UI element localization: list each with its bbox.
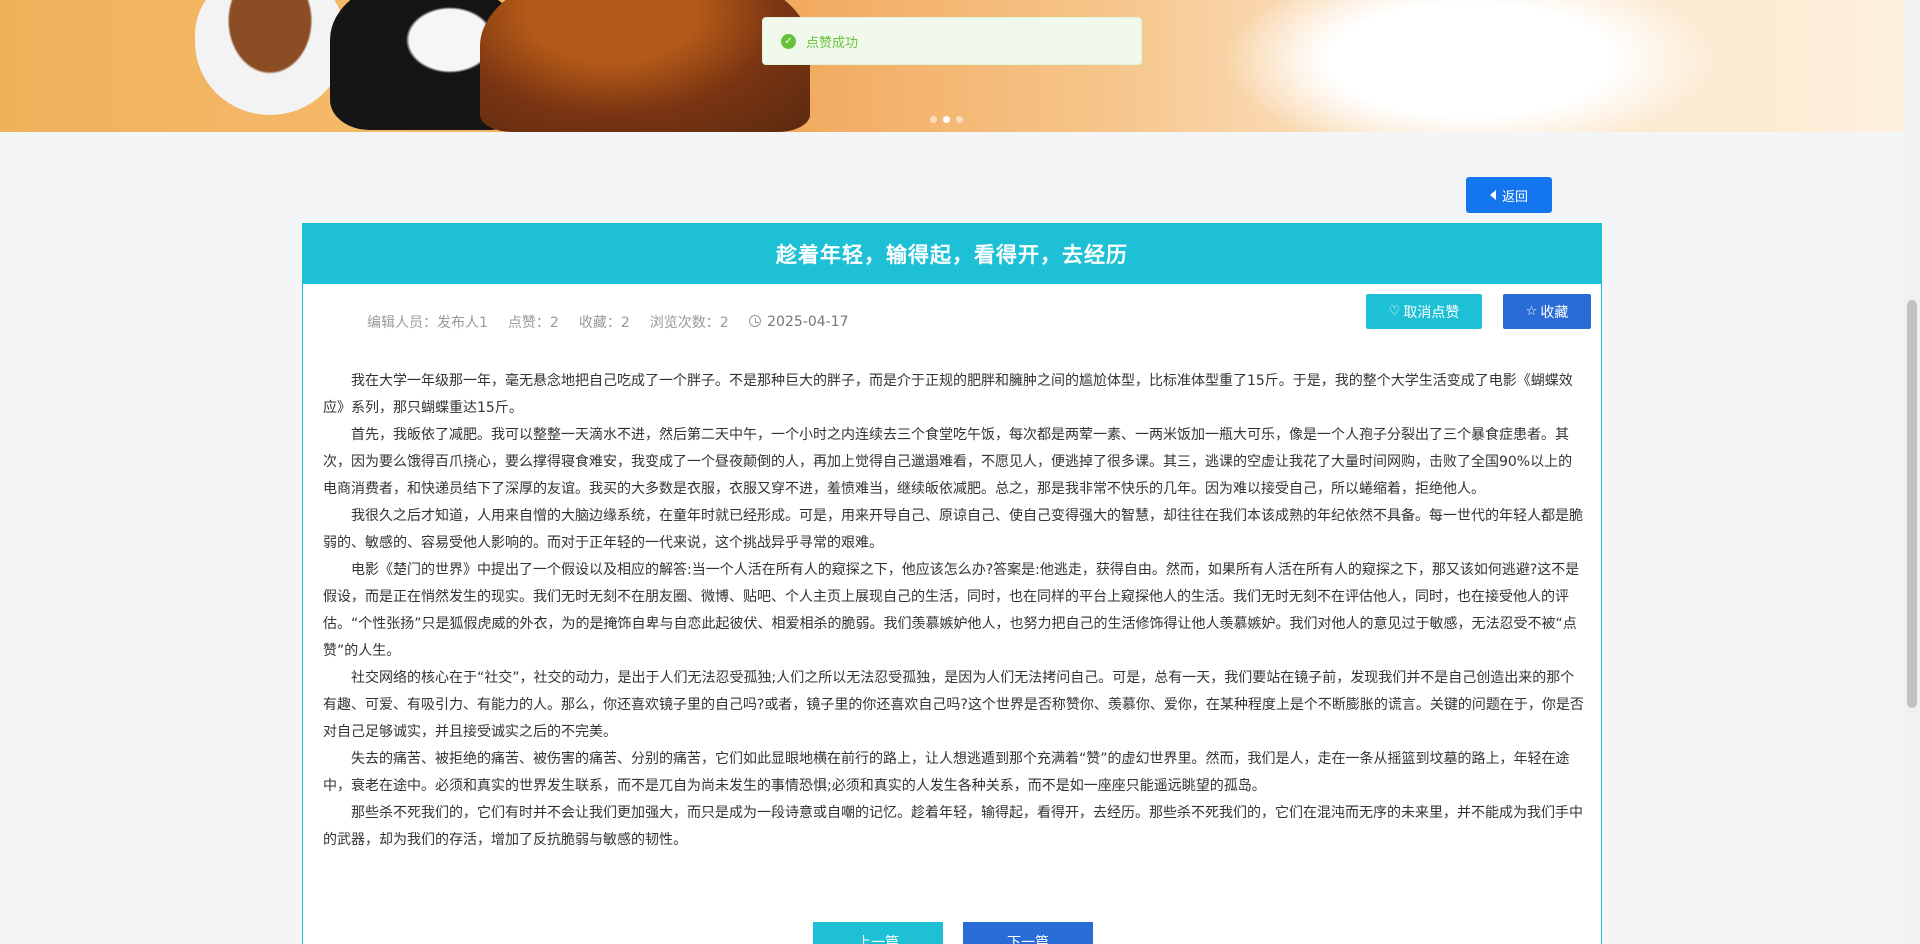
meta-date: 2025-04-17 bbox=[767, 314, 849, 330]
toast-message: 点赞成功 bbox=[806, 35, 859, 51]
next-article-button[interactable]: 下一篇 bbox=[963, 922, 1093, 944]
meta-editor: 编辑人员：发布人1 bbox=[367, 315, 488, 331]
star-icon: ☆ bbox=[1525, 304, 1538, 319]
carousel-dot[interactable] bbox=[930, 116, 937, 123]
article-pager: 上一篇 下一篇 bbox=[813, 922, 1093, 944]
article-paragraph: 那些杀不死我们的，它们有时并不会让我们更加强大，而只是成为一段诗意或自嘲的记忆。… bbox=[323, 805, 1583, 848]
carousel-indicators bbox=[930, 116, 963, 123]
meta-likes: 点赞：2 bbox=[507, 315, 559, 331]
favorite-button-label: 收藏 bbox=[1540, 304, 1569, 321]
banner-highlight bbox=[1220, 0, 1720, 132]
meta-views: 浏览次数：2 bbox=[649, 315, 729, 331]
page-scrollbar[interactable] bbox=[1904, 0, 1920, 944]
article-card: 趁着年轻，输得起，看得开，去经历 编辑人员：发布人1 点赞：2 收藏：2 浏览次… bbox=[302, 223, 1602, 944]
article-body: 我在大学一年级那一年，毫无悬念地把自己吃成了一个胖子。不是那种巨大的胖子，而是介… bbox=[323, 368, 1585, 854]
clock-icon bbox=[748, 315, 761, 327]
check-circle-icon: ✓ bbox=[781, 33, 796, 49]
article-header: 趁着年轻，输得起，看得开，去经历 bbox=[303, 224, 1601, 284]
heart-icon: ♡ bbox=[1388, 304, 1401, 319]
brown-dog-image bbox=[480, 0, 810, 132]
success-toast: ✓ 点赞成功 bbox=[762, 17, 1142, 65]
favorite-button[interactable]: ☆ 收藏 bbox=[1503, 294, 1591, 329]
back-button-label: 返回 bbox=[1501, 189, 1528, 205]
meta-date-wrap: 2025-04-17 bbox=[748, 314, 849, 330]
back-button[interactable]: 返回 bbox=[1466, 177, 1552, 213]
article-paragraph: 首先，我皈依了减肥。我可以整整一天滴水不进，然后第二天中午，一个小时之内连续去三… bbox=[323, 427, 1573, 497]
article-paragraph: 我很久之后才知道，人用来自憎的大脑边缘系统，在童年时就已经形成。可是，用来开导自… bbox=[323, 508, 1583, 551]
article-meta: 编辑人员：发布人1 点赞：2 收藏：2 浏览次数：2 2025-04-17 bbox=[367, 312, 849, 332]
carousel-dot-active[interactable] bbox=[943, 116, 950, 123]
article-paragraph: 失去的痛苦、被拒绝的痛苦、被伤害的痛苦、分别的痛苦，它们如此显眼地横在前行的路上… bbox=[323, 751, 1570, 794]
pet-food-bowl-image bbox=[195, 0, 345, 115]
meta-favorites: 收藏：2 bbox=[578, 315, 630, 331]
article-title: 趁着年轻，输得起，看得开，去经历 bbox=[776, 243, 1128, 267]
unlike-button-label: 取消点赞 bbox=[1403, 304, 1460, 321]
article-paragraph: 社交网络的核心在于“社交”，社交的动力，是出于人们无法忍受孤独;人们之所以无法忍… bbox=[323, 670, 1584, 740]
prev-article-button[interactable]: 上一篇 bbox=[813, 922, 943, 944]
carousel-dot[interactable] bbox=[956, 116, 963, 123]
article-paragraph: 电影《楚门的世界》中提出了一个假设以及相应的解答:当一个人活在所有人的窥探之下，… bbox=[323, 562, 1580, 659]
caret-left-icon bbox=[1489, 190, 1496, 200]
scrollbar-thumb[interactable] bbox=[1907, 300, 1917, 708]
article-paragraph: 我在大学一年级那一年，毫无悬念地把自己吃成了一个胖子。不是那种巨大的胖子，而是介… bbox=[323, 373, 1573, 416]
unlike-button[interactable]: ♡ 取消点赞 bbox=[1366, 294, 1482, 329]
